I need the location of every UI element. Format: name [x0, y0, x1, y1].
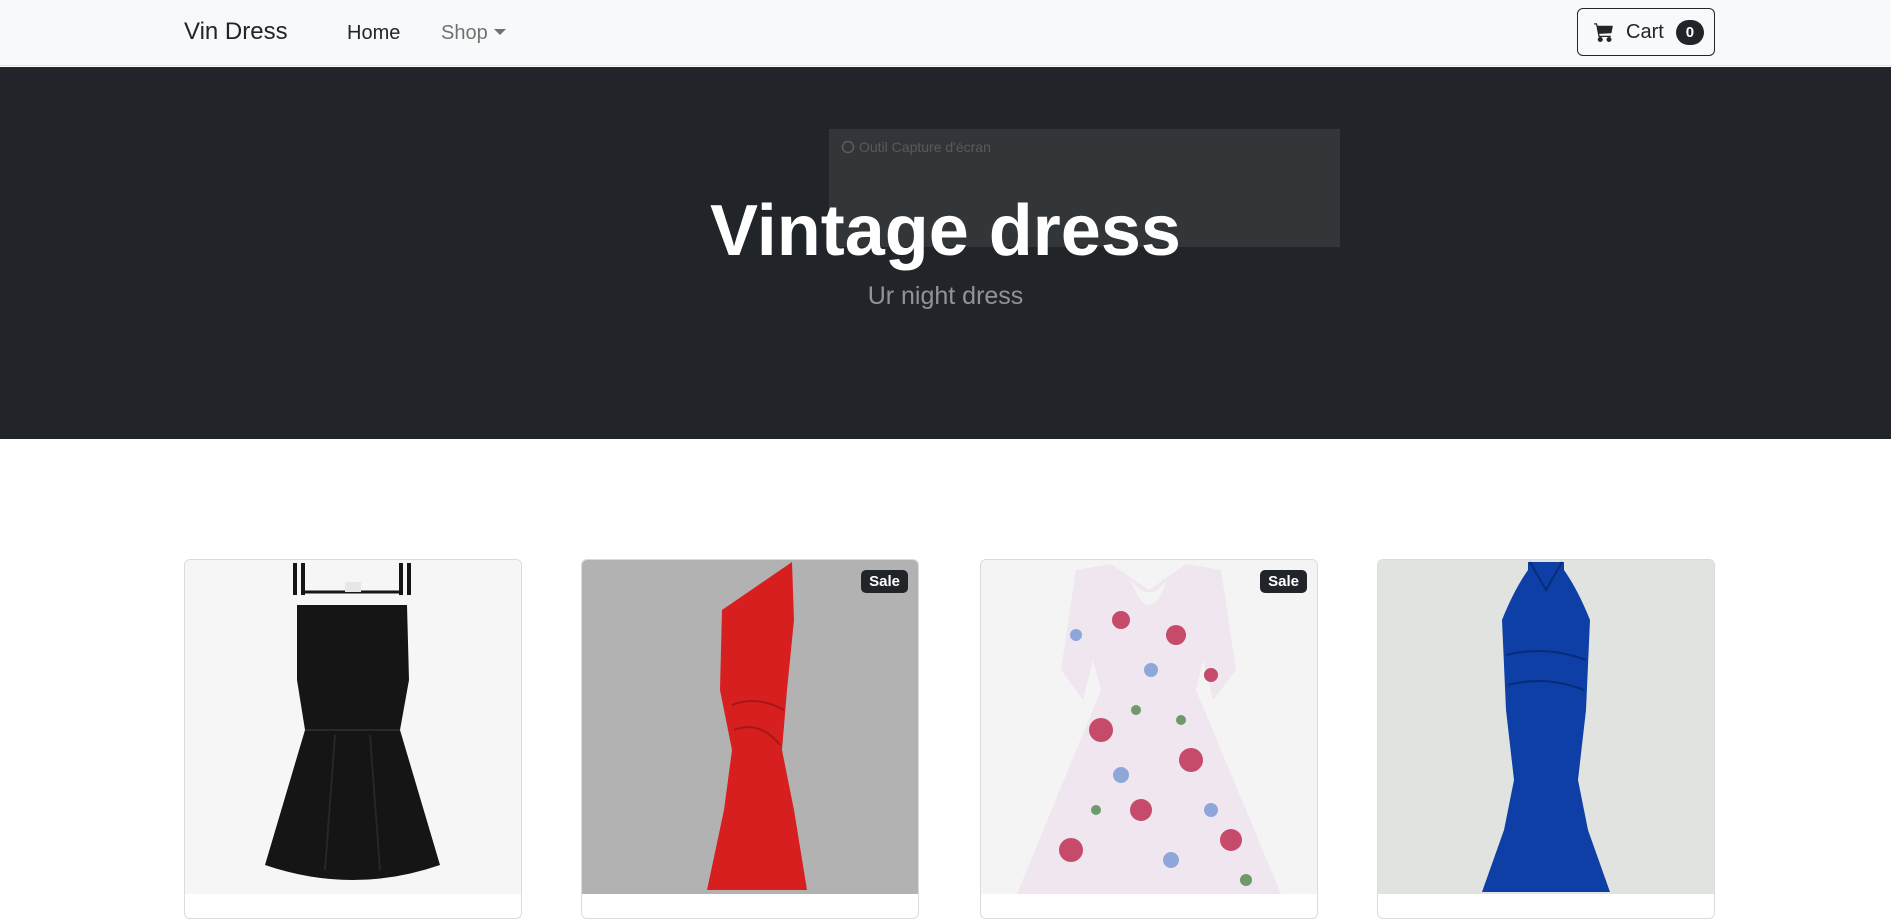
hero-subtitle: Ur night dress: [867, 282, 1024, 310]
black-dress-image: [185, 560, 521, 894]
red-dress-image: [582, 560, 918, 894]
screenshot-tool-label: Outil Capture d'écran: [841, 139, 991, 155]
floral-dress-image: [981, 560, 1317, 894]
cart-icon: [1594, 23, 1613, 42]
product-image-blue-dress[interactable]: [1378, 560, 1714, 894]
nav-home-link[interactable]: Home: [347, 22, 400, 45]
product-card[interactable]: [184, 559, 522, 919]
product-card[interactable]: Sale: [581, 559, 919, 919]
navbar: Vin Dress Home Shop Cart 0: [0, 0, 1891, 66]
product-image-floral-dress[interactable]: [981, 560, 1317, 894]
nav-shop-label: Shop: [441, 22, 488, 44]
brand-link[interactable]: Vin Dress: [184, 18, 288, 46]
screenshot-tool-icon: [841, 140, 855, 154]
hero-section: Outil Capture d'écran Vintage dress Ur n…: [0, 67, 1891, 439]
nav-shop-dropdown[interactable]: Shop: [441, 22, 506, 45]
product-image-black-dress[interactable]: [185, 560, 521, 894]
blue-dress-image: [1378, 560, 1714, 894]
cart-label: Cart: [1626, 20, 1664, 43]
sale-badge: Sale: [1260, 570, 1307, 593]
cart-button[interactable]: Cart 0: [1577, 8, 1715, 56]
sale-badge: Sale: [861, 570, 908, 593]
product-image-red-dress[interactable]: [582, 560, 918, 894]
caret-down-icon: [493, 29, 506, 35]
hero-title: Vintage dress: [710, 191, 1181, 271]
screenshot-tool-text: Outil Capture d'écran: [859, 139, 991, 155]
cart-count-badge: 0: [1675, 19, 1705, 45]
product-card[interactable]: [1377, 559, 1715, 919]
product-card[interactable]: Sale: [980, 559, 1318, 919]
